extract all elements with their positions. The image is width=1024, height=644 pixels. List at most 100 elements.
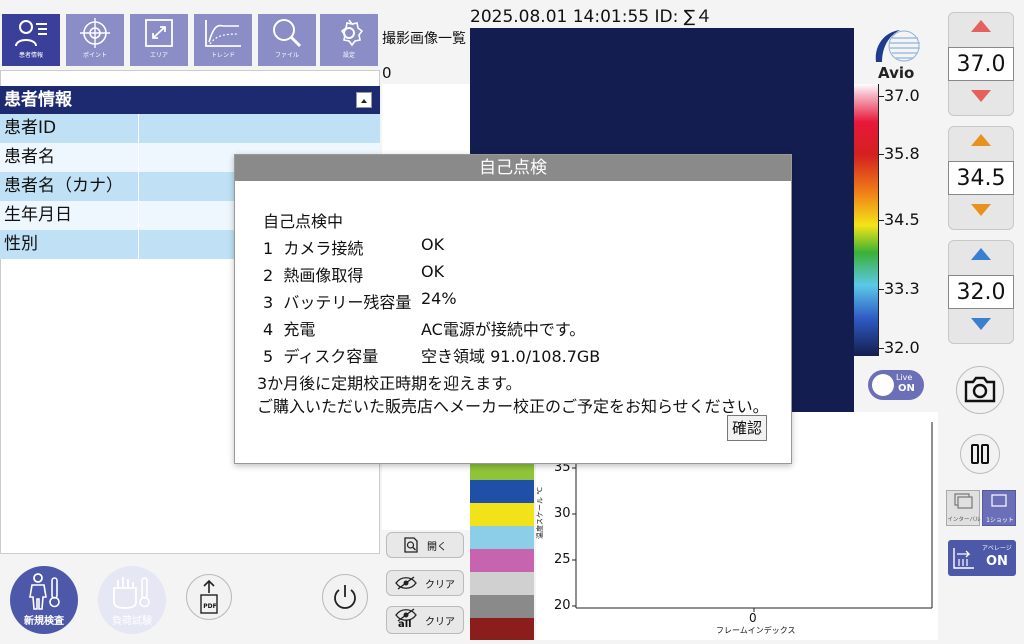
clear-button[interactable]: クリア [386,570,464,596]
check-num: 2 [263,266,274,285]
interval-label: インターバル [947,517,981,523]
interval-mode-button[interactable]: インターバル [946,490,980,526]
check-item: 2 熱画像取得 [263,262,363,286]
toolbar-file-button[interactable]: ファイル [258,14,316,66]
pdf-export-icon [200,579,218,614]
power-button[interactable] [322,574,368,620]
y-tick-label: 20 [554,598,571,613]
check-num: 1 [263,239,274,258]
pause-button[interactable] [960,434,1000,474]
open-button[interactable]: 開く [386,532,464,558]
palette-swatch[interactable] [470,480,534,504]
toolbar-point-button[interactable]: ポイント [66,14,124,66]
x-axis-label: フレームインデックス [716,626,796,635]
check-num: 3 [263,293,274,312]
max-temp-up-button[interactable] [970,18,992,38]
min-temp-down-button[interactable] [970,316,992,336]
hand-thermometer-icon [113,577,150,609]
field-label: 性別 [4,234,38,254]
gallery-count: 0 [382,64,392,82]
pdf-label: PDF [203,603,217,610]
toolbar-label: ポイント [82,52,107,59]
new-exam-button[interactable]: 新規検査 [10,566,78,634]
toolbar-label: 設定 [342,52,355,59]
average-button[interactable]: アベレージ ON [948,540,1016,576]
capture-button[interactable] [956,366,1004,414]
pdf-export-button[interactable]: PDF [186,574,232,620]
palette-swatch[interactable] [470,549,534,573]
toolbar-trend-button[interactable]: トレンド [194,14,252,66]
arrow-down-icon [971,90,991,102]
header-status: 2025.08.01 14:01:55 ID: ∑４ [470,2,712,27]
collapse-button[interactable] [356,92,372,108]
self-check-dialog: 自己点検 自己点検中 1 カメラ接続 OK 2 熱画像取得 OK 3 バッテリー… [234,154,792,464]
scale-label: 34.5 [884,210,920,229]
live-toggle[interactable]: Live ON [868,370,924,400]
patient-row[interactable]: 患者ID [0,114,380,143]
patient-panel-title: 患者情報 [4,90,72,110]
check-name: カメラ接続 [283,239,364,258]
min-temp-up-button[interactable] [970,246,992,266]
clear-all-icon-group: all [395,608,417,632]
check-item: 5 ディスク容量 [263,343,378,367]
oneshot-icon [991,494,1007,507]
average-label: アベレージ [982,545,1012,552]
id-text: ID: ∑４ [654,7,713,27]
palette-swatch[interactable] [470,618,534,640]
scale-label: 33.3 [884,279,920,298]
toolbar-label: 患者情報 [18,52,43,59]
scale-label: 35.8 [884,144,920,163]
field-label: 生年月日 [4,205,72,225]
load-test-button[interactable]: 負荷試験 [98,566,166,634]
camera-icon [964,376,996,403]
mid-temp-down-button[interactable] [970,202,992,222]
y-axis-label: 温度スケール ℃ [536,486,545,540]
avio-logo: Avio [866,26,926,82]
check-value: OK [421,235,445,254]
caret-up-icon [361,99,367,103]
confirm-button[interactable]: 確認 [727,415,767,441]
min-temp-value[interactable]: 32.0 [948,275,1014,309]
toolbar-area-button[interactable]: エリア [130,14,188,66]
scale-label: 32.0 [884,338,920,357]
new-exam-label: 新規検査 [24,616,64,627]
avio-logo-mark [875,30,920,62]
palette-swatch[interactable] [470,503,534,527]
max-temp-down-button[interactable] [970,88,992,108]
target-icon [80,18,110,48]
area-icon [145,19,173,47]
arrow-down-icon [971,318,991,330]
hidden-eye-icon [395,576,417,590]
check-value: 24% [421,289,457,308]
oneshot-mode-button[interactable]: 1ショット [982,490,1016,526]
palette-swatch[interactable] [470,572,534,596]
mid-temp-up-button[interactable] [970,132,992,152]
clear-all-button[interactable]: all クリア [386,606,464,634]
check-value: AC電源が接続中です。 [421,320,586,339]
check-num: 5 [263,347,274,366]
magnifier-icon [273,19,302,48]
gear-icon [340,19,364,47]
toolbar-label: ファイル [274,52,299,59]
palette-swatch[interactable] [470,526,534,550]
toolbar-patient-info-button[interactable]: 患者情報 [2,14,60,66]
palette-swatch[interactable] [470,595,534,619]
live-state: ON [898,383,915,394]
average-icon [953,548,974,569]
check-name: 充電 [283,320,316,339]
arrow-up-icon [971,248,991,260]
arrow-down-icon [971,204,991,216]
oneshot-label: 1ショット [986,517,1014,524]
toolbar-settings-button[interactable]: 設定 [320,14,378,66]
check-value: OK [421,262,445,281]
scale-label: 37.0 [884,86,920,105]
x-tick-label: 0 [749,611,757,625]
mid-temp-value[interactable]: 34.5 [948,161,1014,195]
y-tick-label: 25 [554,552,571,567]
check-name: 熱画像取得 [283,266,364,285]
live-label: Live [896,373,913,382]
person-thermometer-icon [29,573,60,610]
max-temp-value[interactable]: 37.0 [948,47,1014,81]
arrow-up-icon [971,134,991,146]
toggle-knob [872,374,894,396]
